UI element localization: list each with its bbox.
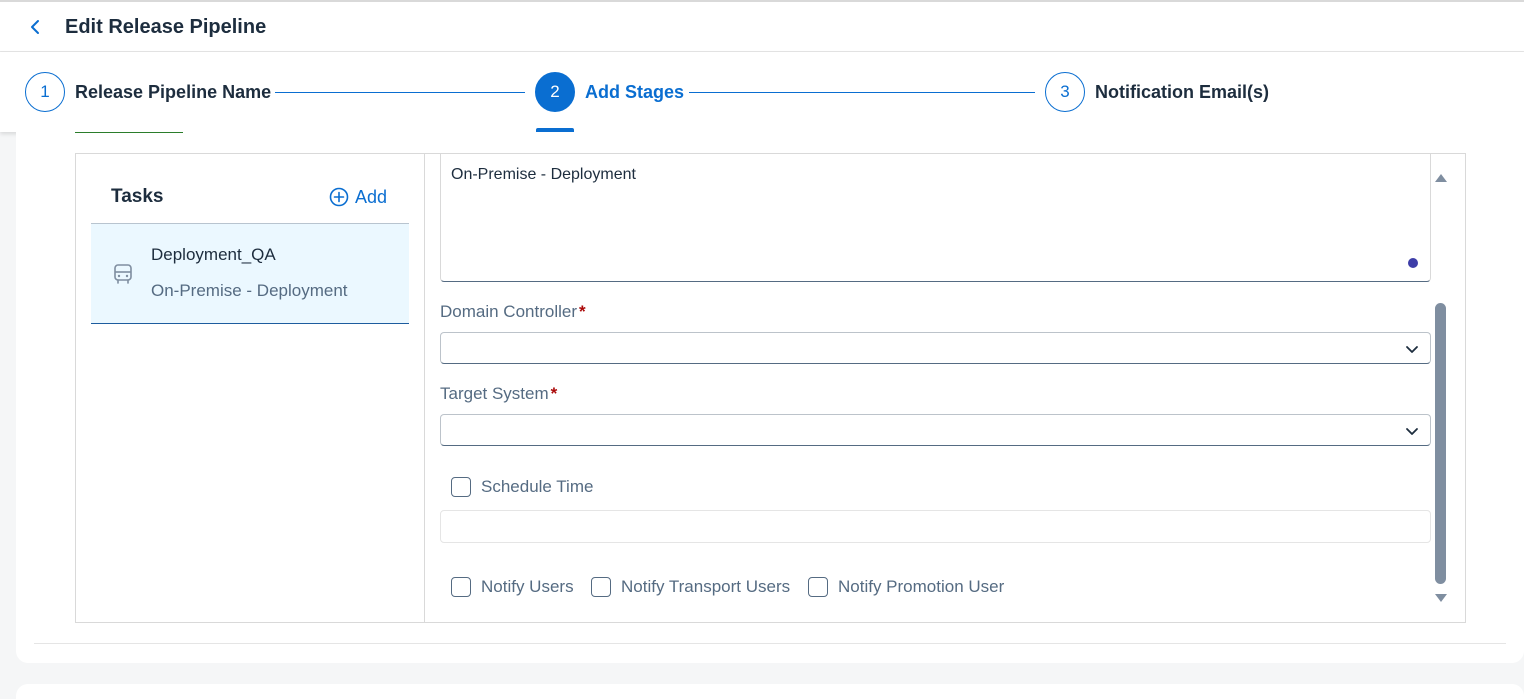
tasks-column: Tasks Add Deployment_QA On-Premise - Dep… <box>76 154 425 622</box>
notify-transport-users-checkbox[interactable]: Notify Transport Users <box>591 577 790 597</box>
card-divider <box>34 643 1506 644</box>
scroll-down-arrow[interactable] <box>1435 594 1447 602</box>
task-name: Deployment_QA <box>151 245 276 264</box>
notify-users-label: Notify Users <box>481 577 574 596</box>
step-3-label[interactable]: Notification Email(s) <box>1095 82 1269 103</box>
target-system-label: Target System * <box>440 384 558 403</box>
domain-controller-select[interactable] <box>440 332 1431 364</box>
bus-icon <box>114 264 132 284</box>
step-connector-1 <box>275 92 525 93</box>
scroll-thumb[interactable] <box>1435 303 1446 584</box>
notify-promotion-user-checkbox[interactable]: Notify Promotion User <box>808 577 1004 597</box>
step-2-label[interactable]: Add Stages <box>585 82 684 103</box>
add-circle-icon <box>329 187 349 207</box>
secondary-card <box>16 684 1524 699</box>
notify-transport-users-label: Notify Transport Users <box>621 577 791 596</box>
checkbox-box[interactable] <box>451 477 471 497</box>
stage-panel: Tasks Add Deployment_QA On-Premise - Dep… <box>75 153 1466 623</box>
scroll-up-arrow[interactable] <box>1435 174 1447 182</box>
chevron-down-icon <box>1406 346 1418 353</box>
step-1-circle[interactable]: 1 <box>25 72 65 112</box>
add-task-label: Add <box>355 186 388 207</box>
tab-indicator <box>75 132 183 133</box>
schedule-time-input[interactable] <box>440 510 1431 543</box>
checkbox-box[interactable] <box>451 577 471 597</box>
task-type: On-Premise - Deployment <box>151 281 348 300</box>
description-textarea[interactable]: On-Premise - Deployment <box>440 154 1431 282</box>
required-marker: * <box>579 302 586 321</box>
step-3-circle[interactable]: 3 <box>1045 72 1085 112</box>
description-value: On-Premise - Deployment <box>451 166 636 183</box>
task-item-deployment-qa[interactable]: Deployment_QA On-Premise - Deployment <box>91 223 409 324</box>
target-system-select[interactable] <box>440 414 1431 446</box>
header-bar: Edit Release Pipeline <box>0 0 1524 52</box>
step-connector-2 <box>689 92 1035 93</box>
domain-controller-label: Domain Controller * <box>440 302 586 321</box>
schedule-time-label: Schedule Time <box>481 477 594 496</box>
notify-users-checkbox[interactable]: Notify Users <box>451 577 574 597</box>
checkbox-box[interactable] <box>591 577 611 597</box>
required-marker: * <box>550 384 558 403</box>
chevron-left-icon[interactable] <box>24 16 46 38</box>
stage-form: On-Premise - Deployment Domain Controlle… <box>425 154 1465 622</box>
wizard-stepper: 1 Release Pipeline Name 2 Add Stages 3 N… <box>0 52 1524 132</box>
step-1-label[interactable]: Release Pipeline Name <box>75 82 271 103</box>
notify-promotion-user-label: Notify Promotion User <box>838 577 1005 596</box>
resize-handle[interactable] <box>1408 258 1418 268</box>
page-title: Edit Release Pipeline <box>65 16 267 38</box>
add-task-button[interactable]: Add <box>329 185 387 209</box>
tasks-title: Tasks <box>111 186 164 207</box>
chevron-down-icon <box>1406 428 1418 435</box>
step-2-circle[interactable]: 2 <box>535 72 575 112</box>
form-scrollbar[interactable] <box>1432 168 1450 608</box>
checkbox-box[interactable] <box>808 577 828 597</box>
schedule-time-checkbox[interactable]: Schedule Time <box>451 477 593 497</box>
